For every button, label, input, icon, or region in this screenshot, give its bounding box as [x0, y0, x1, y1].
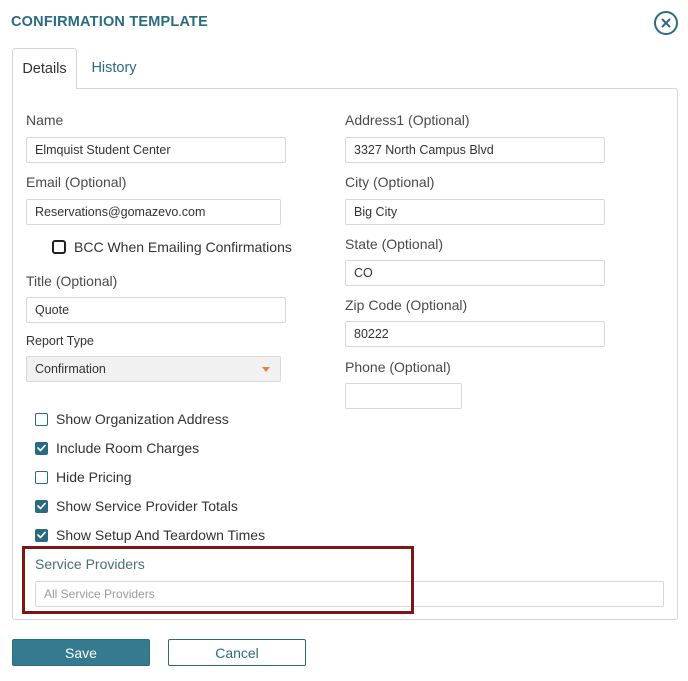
option-label: Hide Pricing	[56, 469, 132, 485]
title-input[interactable]: Quote	[26, 297, 286, 323]
checkbox-checked[interactable]	[35, 499, 48, 513]
address1-label: Address1 (Optional)	[345, 112, 470, 128]
checkbox-checked[interactable]	[35, 441, 48, 455]
report-type-label: Report Type	[26, 334, 94, 348]
state-input[interactable]: CO	[345, 260, 605, 286]
option-show-setup-and-teardown-times[interactable]: Show Setup And Teardown Times	[35, 527, 265, 543]
title-label: Title (Optional)	[26, 273, 118, 289]
option-show-service-provider-totals[interactable]: Show Service Provider Totals	[35, 498, 238, 514]
name-input[interactable]: Elmquist Student Center	[26, 137, 286, 163]
option-show-organization-address[interactable]: Show Organization Address	[35, 411, 229, 427]
email-input[interactable]: Reservations@gomazevo.com	[26, 199, 281, 225]
bcc-checkbox-row[interactable]: BCC When Emailing Confirmations	[52, 239, 292, 255]
dialog-title: CONFIRMATION TEMPLATE	[11, 14, 208, 30]
report-type-value: Confirmation	[35, 362, 106, 376]
save-button[interactable]: Save	[12, 639, 150, 666]
tab-history[interactable]: History	[80, 48, 148, 88]
option-include-room-charges[interactable]: Include Room Charges	[35, 440, 199, 456]
option-label: Show Setup And Teardown Times	[56, 527, 266, 543]
checkbox-checked[interactable]	[35, 528, 48, 542]
bcc-label: BCC When Emailing Confirmations	[74, 239, 292, 255]
phone-input[interactable]	[345, 383, 462, 409]
email-label: Email (Optional)	[26, 174, 127, 190]
city-input[interactable]: Big City	[345, 199, 605, 225]
zip-label: Zip Code (Optional)	[345, 297, 468, 313]
checkmark-icon	[37, 502, 46, 510]
option-label: Include Room Charges	[56, 440, 200, 456]
option-hide-pricing[interactable]: Hide Pricing	[35, 469, 131, 485]
chevron-down-icon	[262, 366, 270, 372]
confirmation-template-dialog: CONFIRMATION TEMPLATE Details History Na…	[0, 0, 688, 681]
option-label: Show Service Provider Totals	[56, 498, 238, 514]
option-label: Show Organization Address	[56, 411, 229, 427]
report-type-select[interactable]: Confirmation	[26, 356, 281, 382]
close-button[interactable]	[654, 11, 678, 35]
bcc-checkbox[interactable]	[52, 240, 66, 254]
zip-input[interactable]: 80222	[345, 321, 605, 347]
checkmark-icon	[37, 444, 46, 452]
tab-details[interactable]: Details	[12, 48, 77, 89]
close-icon	[661, 18, 671, 28]
cancel-button[interactable]: Cancel	[168, 639, 306, 666]
checkbox-unchecked[interactable]	[35, 470, 48, 484]
name-label: Name	[26, 112, 64, 128]
address1-input[interactable]: 3327 North Campus Blvd	[345, 137, 605, 163]
state-label: State (Optional)	[345, 236, 444, 252]
highlight-annotation-box	[22, 546, 414, 614]
city-label: City (Optional)	[345, 174, 435, 190]
phone-label: Phone (Optional)	[345, 359, 451, 375]
checkbox-unchecked[interactable]	[35, 412, 48, 426]
checkmark-icon	[37, 531, 46, 539]
